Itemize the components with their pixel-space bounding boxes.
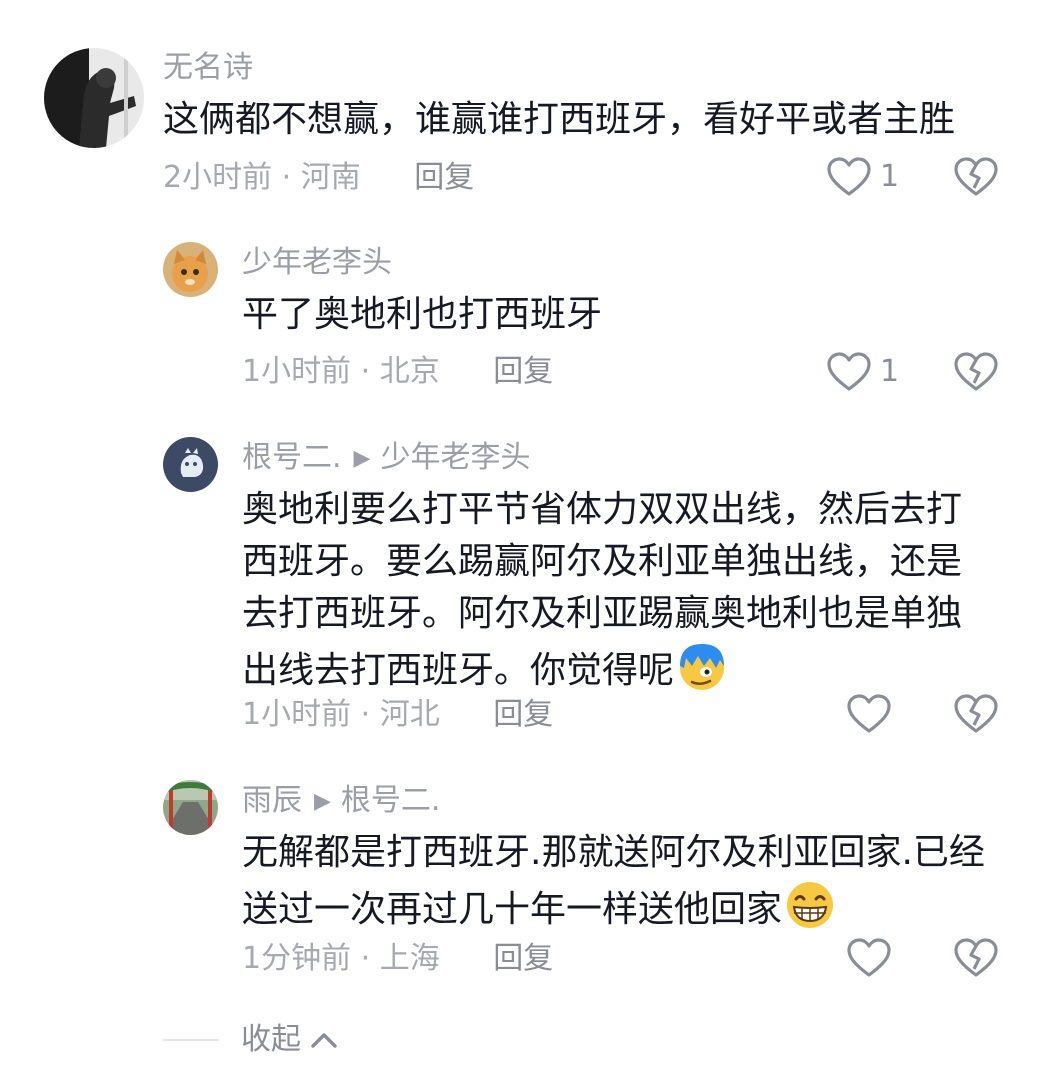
comment-text: 奥地利要么打平节省体力双双出线，然后去打 西班牙。要么踢赢阿尔及利亚单独出线，还… xyxy=(242,484,1002,697)
meta-separator: · xyxy=(360,697,371,732)
reply-button[interactable]: 回复 xyxy=(493,354,553,389)
heart-icon xyxy=(826,156,872,198)
like-button[interactable]: 1 xyxy=(826,351,899,393)
comment-meta: 1分钟前 · 上海 回复 xyxy=(242,939,553,979)
broken-heart-icon xyxy=(953,937,999,979)
blue-hair-smirk-emoji xyxy=(676,640,728,692)
reply-author[interactable]: 雨辰 xyxy=(242,783,302,818)
comment-meta: 2小时前 · 河南 回复 xyxy=(163,158,474,198)
comment-time: 2小时前 xyxy=(163,160,273,195)
comment-text-line: 送过一次再过几十年一样送他回家 xyxy=(242,889,783,930)
comment-text-line-with-emoji: 出线去打西班牙。你觉得呢 xyxy=(242,640,1002,697)
comment-location: 北京 xyxy=(379,354,440,389)
play-arrow-icon: ▶ xyxy=(353,446,371,471)
meta-separator: · xyxy=(360,354,371,389)
dislike-button[interactable] xyxy=(953,937,999,979)
avatar[interactable] xyxy=(163,437,218,492)
heart-icon xyxy=(846,937,892,979)
comment-location: 河南 xyxy=(300,160,361,195)
like-button[interactable]: 1 xyxy=(826,156,899,198)
comment-text: 无解都是打西班牙.那就送阿尔及利亚回家.已经 送过一次再过几十年一样送他回家 xyxy=(242,827,1022,936)
play-arrow-icon: ▶ xyxy=(314,789,331,814)
comment-time: 1分钟前 xyxy=(242,941,352,976)
dislike-button[interactable] xyxy=(953,156,999,198)
broken-heart-icon xyxy=(953,351,999,393)
divider xyxy=(163,1039,219,1041)
reply-button[interactable]: 回复 xyxy=(493,941,553,976)
avatar[interactable] xyxy=(163,780,218,835)
comment-text-line-with-emoji: 送过一次再过几十年一样送他回家 xyxy=(242,879,1022,936)
avatar[interactable] xyxy=(163,242,218,297)
avatar[interactable] xyxy=(44,48,144,148)
meta-separator: · xyxy=(281,160,292,195)
reply-button[interactable]: 回复 xyxy=(414,160,474,195)
comment-username[interactable]: 无名诗 xyxy=(163,48,253,88)
meta-separator: · xyxy=(360,941,371,976)
dislike-button[interactable] xyxy=(953,693,999,735)
comment-username[interactable]: 少年老李头 xyxy=(242,243,392,283)
comment-text-line: 奥地利要么打平节省体力双双出线，然后去打 xyxy=(242,489,963,530)
dislike-button[interactable] xyxy=(953,351,999,393)
comment-text: 平了奥地利也打西班牙 xyxy=(242,294,603,335)
comment-meta: 1小时前 · 北京 回复 xyxy=(242,352,553,392)
like-button[interactable] xyxy=(846,937,892,979)
chevron-up-icon xyxy=(301,1029,339,1051)
comment-text: 这俩都不想赢，谁赢谁打西班牙，看好平或者主胜 xyxy=(163,99,956,140)
comment-text-line: 去打西班牙。阿尔及利亚踢赢奥地利也是单独 xyxy=(242,593,963,634)
reply-button[interactable]: 回复 xyxy=(493,697,553,732)
comment-time: 1小时前 xyxy=(242,697,352,732)
heart-icon xyxy=(846,693,892,735)
comment-text-line: 无解都是打西班牙.那就送阿尔及利亚回家.已经 xyxy=(242,832,985,873)
like-button[interactable] xyxy=(846,693,892,735)
reply-target[interactable]: 根号二. xyxy=(341,783,441,818)
broken-heart-icon xyxy=(953,156,999,198)
comment-meta: 1小时前 · 河北 回复 xyxy=(242,695,553,735)
collapse-label: 收起 xyxy=(241,1022,301,1057)
grinning-teeth-emoji xyxy=(784,879,836,931)
reply-target[interactable]: 少年老李头 xyxy=(380,440,530,475)
like-count: 1 xyxy=(880,354,900,389)
collapse-replies-button[interactable]: 收起 xyxy=(163,1020,339,1060)
comment-text-line: 西班牙。要么踢赢阿尔及利亚单独出线，还是 xyxy=(242,541,963,582)
comment-time: 1小时前 xyxy=(242,354,352,389)
broken-heart-icon xyxy=(953,693,999,735)
comment-location: 上海 xyxy=(379,941,440,976)
comment-username: 根号二. ▶ 少年老李头 xyxy=(242,438,530,479)
comment-username: 雨辰 ▶ 根号二. xyxy=(242,781,440,822)
comment-location: 河北 xyxy=(379,697,440,732)
reply-author[interactable]: 根号二. xyxy=(242,440,342,475)
comment-text-line: 出线去打西班牙。你觉得呢 xyxy=(242,650,675,691)
like-count: 1 xyxy=(880,159,900,194)
heart-icon xyxy=(826,351,872,393)
